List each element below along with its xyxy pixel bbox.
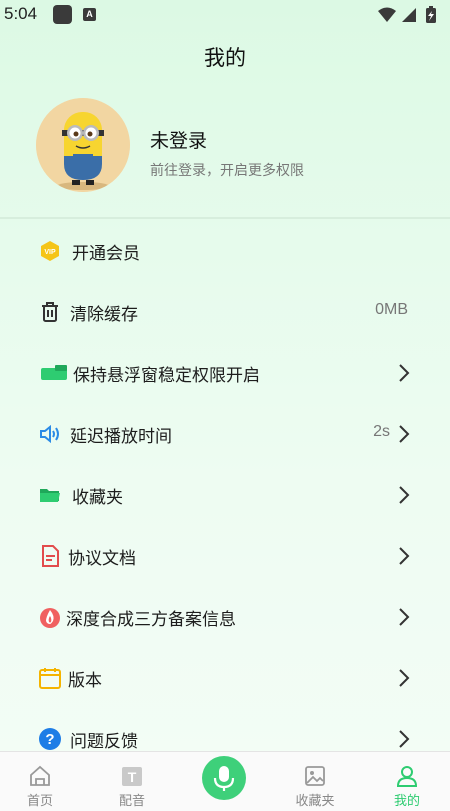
login-prompt[interactable]: 前往登录，开启更多权限 — [150, 160, 304, 180]
page-title: 我的 — [204, 46, 246, 70]
tab-profile[interactable]: 我的 — [367, 752, 447, 811]
menu-label: 清除缓存 — [70, 305, 138, 325]
status-time: 5:04 — [4, 4, 38, 23]
divider — [0, 217, 450, 219]
menu-label: 版本 — [68, 671, 102, 691]
user-name[interactable]: 未登录 — [150, 126, 207, 153]
menu-item-clear-cache[interactable]: 清除缓存 0MB — [0, 281, 450, 342]
svg-text:?: ? — [45, 731, 54, 748]
menu-label: 开通会员 — [72, 244, 140, 264]
delay-value: 2s — [373, 423, 390, 440]
menu-item-vip[interactable]: VIP 开通会员 — [0, 220, 450, 281]
notification-a-icon: A — [83, 8, 96, 21]
chevron-right-icon — [399, 730, 410, 748]
favorites-icon — [305, 766, 325, 786]
minion-avatar-icon — [36, 98, 130, 192]
speaker-icon — [40, 424, 59, 444]
home-icon — [30, 765, 50, 786]
tab-label: 首页 — [26, 794, 53, 809]
cache-size: 0MB — [375, 301, 408, 318]
menu-item-favorites[interactable]: 收藏夹 — [0, 464, 450, 525]
avatar[interactable] — [36, 98, 130, 192]
tab-dubbing[interactable]: T 配音 — [92, 752, 172, 811]
chevron-right-icon — [399, 669, 410, 687]
chevron-right-icon — [399, 486, 410, 504]
menu-item-agreements[interactable]: 协议文档 — [0, 525, 450, 586]
menu-label: 深度合成三方备案信息 — [66, 610, 236, 630]
chevron-right-icon — [399, 547, 410, 565]
menu-label: 问题反馈 — [70, 732, 138, 752]
menu-item-delay[interactable]: 延迟播放时间 2s — [0, 403, 450, 464]
profile-icon — [396, 766, 418, 787]
tab-label: 配音 — [118, 794, 145, 809]
chevron-right-icon — [399, 608, 410, 626]
tab-label: 收藏夹 — [295, 794, 335, 809]
floating-window-icon — [41, 365, 67, 380]
menu-item-filing-info[interactable]: 深度合成三方备案信息 — [0, 586, 450, 647]
menu-label: 保持悬浮窗稳定权限开启 — [73, 366, 260, 386]
vip-icon: VIP — [41, 241, 59, 261]
flame-icon — [40, 608, 60, 628]
document-icon — [42, 545, 59, 567]
mic-icon — [213, 766, 235, 791]
tab-home[interactable]: 首页 — [0, 752, 80, 811]
svg-text:T: T — [128, 769, 137, 785]
tab-label: 我的 — [393, 794, 420, 809]
tab-favorites[interactable]: 收藏夹 — [275, 752, 355, 811]
menu-label: 延迟播放时间 — [70, 427, 172, 447]
menu-item-floating-window[interactable]: 保持悬浮窗稳定权限开启 — [0, 342, 450, 403]
menu-label: 收藏夹 — [72, 488, 123, 508]
svg-text:VIP: VIP — [44, 249, 56, 256]
dubbing-icon: T — [122, 767, 142, 786]
folder-icon — [40, 489, 60, 502]
menu-label: 协议文档 — [68, 549, 136, 569]
status-bar: 5:04 A — [0, 0, 450, 28]
record-mic-button[interactable] — [202, 756, 246, 800]
calendar-icon — [39, 668, 61, 689]
chevron-right-icon — [399, 425, 410, 443]
signal-wifi-battery-icons — [378, 6, 436, 23]
trash-icon — [42, 302, 58, 322]
question-icon: ? — [39, 728, 61, 750]
notification-app-icon — [53, 5, 72, 24]
chevron-right-icon — [399, 364, 410, 382]
menu-item-version[interactable]: 版本 — [0, 647, 450, 708]
